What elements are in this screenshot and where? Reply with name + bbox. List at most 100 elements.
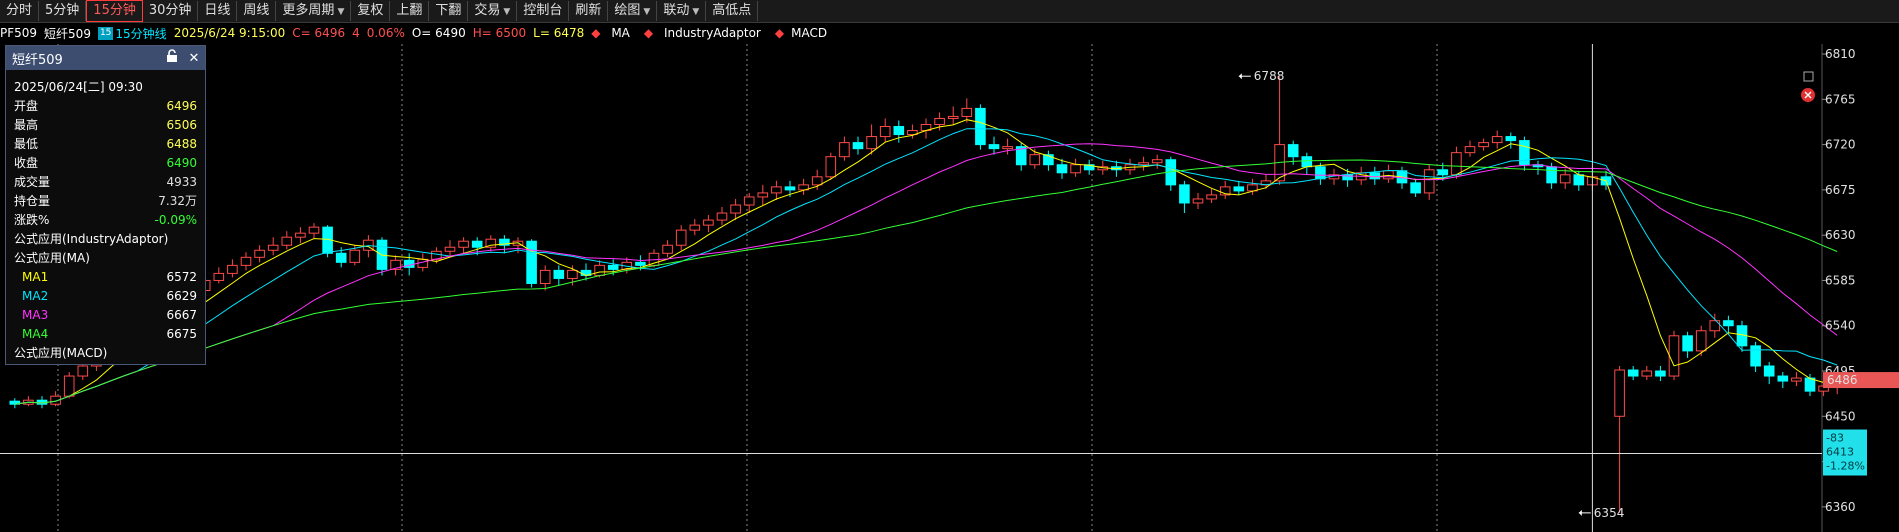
- candle-body: [662, 244, 673, 254]
- toolbar-item-8[interactable]: 上翻: [390, 1, 430, 21]
- candle-body: [349, 249, 361, 263]
- candle-body: [1682, 335, 1693, 352]
- panel-row-value: 6496: [166, 99, 197, 113]
- toolbar-item-11[interactable]: 控制台: [517, 1, 570, 21]
- candle-body: [1383, 170, 1394, 180]
- candle-body: [961, 107, 973, 117]
- candle-body: [1192, 198, 1204, 204]
- candle-body: [975, 107, 986, 146]
- ma-label: MA1: [22, 270, 49, 284]
- candle-body: [539, 269, 551, 284]
- crosshair-pct: -1.28%: [1826, 460, 1865, 473]
- indicator-ma[interactable]: ◆ MA: [591, 26, 637, 40]
- ma-label: MA3: [22, 308, 49, 322]
- crosshair-change: -83: [1826, 432, 1844, 445]
- toolbar-item-3[interactable]: 30分钟: [143, 1, 199, 21]
- candle-body: [947, 115, 959, 119]
- candle-body: [1369, 172, 1381, 180]
- candle-body: [1668, 335, 1680, 377]
- ma-value: 6675: [166, 327, 197, 341]
- candle-body: [308, 226, 320, 234]
- candle-body: [784, 186, 796, 191]
- toolbar-item-12[interactable]: 刷新: [569, 1, 609, 21]
- candle-body: [934, 117, 945, 125]
- candle-body: [771, 186, 782, 194]
- ma-label: MA2: [22, 289, 49, 303]
- toolbar-item-5[interactable]: 周线: [237, 1, 277, 21]
- toolbar-item-13[interactable]: 绘图 ▼: [608, 1, 658, 21]
- candle-body: [1451, 152, 1462, 176]
- lock-icon[interactable]: [161, 49, 183, 67]
- candle-body: [1070, 164, 1081, 174]
- panel-row-label: 成交量: [14, 175, 51, 189]
- bar-info-panel: 短纤509 ✕ 2025/06/24[二] 09:30 开盘 6496 最高 6506…: [5, 45, 206, 365]
- change-value: 4: [352, 26, 360, 40]
- candle-body: [335, 252, 347, 263]
- candle-body: [526, 240, 537, 284]
- diamond-icon: ◆: [591, 26, 601, 40]
- toolbar-item-7[interactable]: 复权: [351, 1, 391, 21]
- panel-row: 最高 6506: [6, 116, 205, 135]
- indicator-industryadaptor[interactable]: ◆ IndustryAdaptor: [644, 26, 768, 40]
- panel-row-label: 涨跌%: [14, 213, 50, 227]
- crosshair-price: 6413: [1826, 446, 1854, 459]
- period-label: 15分钟线: [115, 26, 167, 41]
- candle-body: [1287, 144, 1299, 158]
- candle-body: [1002, 146, 1013, 150]
- panel-ma-row: MA1 6572: [6, 268, 205, 287]
- candle-body: [267, 244, 279, 251]
- candle-body: [716, 212, 728, 221]
- quote-info-bar: PF509 短纤509 15 15分钟线 2025/6/24 9:15:00 C…: [0, 22, 900, 44]
- panel-row-value: 6490: [166, 156, 197, 170]
- low_marker-arrow-icon: [1578, 509, 1582, 516]
- candle-body: [1056, 164, 1068, 174]
- high_marker-arrow-icon: [1238, 73, 1242, 80]
- formula-macd: 公式应用(MACD): [14, 346, 108, 360]
- ma-value: 6667: [166, 308, 197, 322]
- dropdown-arrow-icon: ▼: [692, 7, 700, 17]
- candle-body: [1315, 166, 1326, 180]
- dropdown-arrow-icon: ▼: [503, 7, 511, 17]
- toolbar-item-4[interactable]: 日线: [198, 1, 238, 21]
- low-value: L= 6478: [533, 26, 585, 40]
- toolbar-item-14[interactable]: 联动 ▼: [657, 1, 707, 21]
- candle-body: [879, 126, 891, 138]
- y-tick-label: 6360: [1825, 500, 1856, 514]
- candle-body: [254, 249, 265, 258]
- candle-body: [1750, 345, 1761, 367]
- candle-body: [1791, 377, 1802, 382]
- candle-body: [1804, 377, 1816, 392]
- candle-body: [1029, 154, 1041, 166]
- candle-body: [1233, 186, 1245, 192]
- panel-datetime: 2025/06/24[二] 09:30: [14, 80, 143, 94]
- change-pct-value: 0.06%: [366, 26, 405, 40]
- toolbar-item-15[interactable]: 高低点: [706, 1, 759, 21]
- candle-body: [703, 219, 714, 226]
- panel-row-value: -0.09%: [154, 213, 197, 227]
- candle-body: [730, 204, 741, 214]
- toolbar-item-10[interactable]: 交易 ▼: [468, 1, 518, 21]
- toolbar-item-1[interactable]: 5分钟: [39, 1, 87, 21]
- toolbar-item-0[interactable]: 分时: [0, 1, 40, 21]
- close-icon[interactable]: ✕: [183, 51, 205, 66]
- contract-name: 短纤509: [44, 26, 91, 41]
- kline-chart[interactable]: 6810676567206675663065856540649564506405…: [0, 44, 1899, 532]
- candle-body: [1478, 142, 1489, 148]
- y-tick-label: 6810: [1825, 47, 1856, 61]
- indicator-macd[interactable]: ◆ MACD: [775, 26, 834, 40]
- candle-body: [444, 246, 456, 252]
- toolbar-item-9[interactable]: 下翻: [429, 1, 469, 21]
- candle-body: [471, 240, 483, 248]
- candle-body: [811, 176, 823, 186]
- toolbar-item-2[interactable]: 15分钟: [86, 0, 143, 22]
- formula-industryadaptor: 公式应用(IndustryAdaptor): [14, 232, 169, 246]
- panel-row-value: 6506: [166, 118, 197, 132]
- dropdown-arrow-icon: ▼: [643, 7, 651, 17]
- candle-body: [458, 240, 469, 248]
- candle-body: [635, 261, 646, 266]
- toolbar-item-6[interactable]: 更多周期 ▼: [276, 1, 352, 21]
- ma-line-ma4: [14, 159, 1838, 405]
- candle-body: [227, 264, 238, 274]
- candle-body: [1573, 174, 1585, 186]
- panel-row-label: 最高: [14, 118, 39, 132]
